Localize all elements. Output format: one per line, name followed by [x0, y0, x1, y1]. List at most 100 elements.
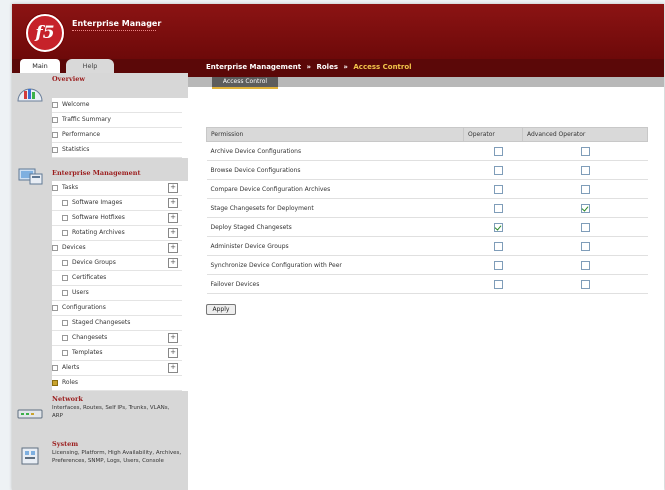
breadcrumb-separator: »	[343, 63, 348, 71]
expand-plus-icon[interactable]: +	[168, 198, 178, 208]
sidebar-item-staged-changesets[interactable]: Staged Changesets	[52, 316, 182, 331]
advanced-operator-checkbox[interactable]	[580, 260, 590, 270]
operator-cell	[463, 141, 523, 161]
operator-checkbox[interactable]	[493, 260, 503, 270]
table-row: Browse Device Configurations	[206, 160, 648, 180]
operator-checkbox[interactable]	[493, 241, 503, 251]
permission-name: Stage Changesets for Deployment	[206, 198, 464, 218]
network-section-description[interactable]: Interfaces, Routes, Self IPs, Trunks, VL…	[52, 404, 182, 420]
sidebar-item-statistics[interactable]: Statistics	[52, 143, 182, 158]
operator-checkbox[interactable]	[493, 165, 503, 175]
column-header-operator: Operator	[463, 127, 523, 142]
sidebar-item-welcome[interactable]: Welcome	[52, 98, 182, 113]
table-row: Compare Device Configuration Archives	[206, 179, 648, 199]
bullet-icon	[52, 364, 58, 371]
bullet-icon	[52, 244, 58, 251]
bullet-icon	[62, 259, 68, 266]
permission-name: Archive Device Configurations	[206, 141, 464, 161]
breadcrumb-roles[interactable]: Roles	[316, 63, 338, 71]
system-section-description[interactable]: Licensing, Platform, High Availability, …	[52, 449, 182, 465]
expand-plus-icon[interactable]: +	[168, 258, 178, 268]
bullet-icon	[62, 214, 68, 221]
expand-plus-icon[interactable]: +	[168, 213, 178, 223]
sidebar-item-device-groups[interactable]: Device Groups +	[52, 256, 182, 271]
expand-plus-icon[interactable]: +	[168, 333, 178, 343]
breadcrumb-separator: »	[306, 63, 312, 71]
table-row: Stage Changesets for Deployment	[206, 198, 648, 218]
advanced-operator-checkbox[interactable]	[580, 241, 590, 251]
bullet-icon	[52, 379, 58, 386]
sidebar-item-configurations[interactable]: Configurations	[52, 301, 182, 316]
table-row: Synchronize Device Configuration with Pe…	[206, 255, 648, 275]
operator-cell	[463, 198, 523, 218]
expand-plus-icon[interactable]: +	[168, 348, 178, 358]
bullet-icon	[62, 289, 68, 296]
tab-main[interactable]: Main	[20, 59, 60, 73]
sidebar-item-rotating-archives[interactable]: Rotating Archives +	[52, 226, 182, 241]
advanced-operator-checkbox[interactable]	[580, 184, 590, 194]
bullet-icon	[62, 334, 68, 341]
sidebar-item-performance[interactable]: Performance	[52, 128, 182, 143]
advanced-operator-cell	[522, 255, 648, 275]
operator-cell	[463, 179, 523, 199]
sidebar-item-alerts[interactable]: Alerts +	[52, 361, 182, 376]
expand-plus-icon[interactable]: +	[168, 363, 178, 373]
table-row: Archive Device Configurations	[206, 141, 648, 161]
expand-plus-icon[interactable]: +	[168, 228, 178, 238]
network-icon	[17, 409, 43, 419]
bullet-icon	[52, 131, 58, 138]
bullet-icon	[52, 146, 58, 153]
permission-name: Administer Device Groups	[206, 236, 464, 256]
operator-checkbox[interactable]	[493, 279, 503, 289]
sidebar-item-users[interactable]: Users	[52, 286, 182, 301]
apply-button[interactable]: Apply	[206, 304, 236, 315]
tab-access-control[interactable]: Access Control	[212, 77, 278, 89]
tab-help[interactable]: Help	[66, 59, 114, 73]
sidebar-item-software-images[interactable]: Software Images +	[52, 196, 182, 211]
column-header-permission: Permission	[206, 127, 464, 142]
operator-cell	[463, 255, 523, 275]
operator-cell	[463, 217, 523, 237]
operator-checkbox[interactable]	[493, 203, 503, 213]
advanced-operator-checkbox[interactable]	[580, 279, 590, 289]
advanced-operator-checkbox[interactable]	[580, 146, 590, 156]
operator-checkbox[interactable]	[493, 222, 503, 232]
overview-section-title[interactable]: Overview	[52, 75, 85, 83]
permission-name: Synchronize Device Configuration with Pe…	[206, 255, 464, 275]
advanced-operator-checkbox[interactable]	[580, 203, 590, 213]
advanced-operator-checkbox[interactable]	[580, 165, 590, 175]
bullet-icon	[52, 184, 58, 191]
bullet-icon	[52, 101, 58, 108]
breadcrumb-enterprise-management[interactable]: Enterprise Management	[206, 63, 301, 71]
enterprise-management-section-title[interactable]: Enterprise Management	[52, 169, 141, 177]
sidebar-item-software-hotfixes[interactable]: Software Hotfixes +	[52, 211, 182, 226]
app-window: f5 Enterprise Manager Main Help Enterpri…	[12, 4, 664, 490]
advanced-operator-cell	[522, 141, 648, 161]
bullet-icon	[52, 116, 58, 123]
enterprise-management-icon	[18, 168, 43, 185]
expand-plus-icon[interactable]: +	[168, 183, 178, 193]
overview-icon	[17, 88, 43, 102]
bullet-icon	[62, 229, 68, 236]
sidebar-item-certificates[interactable]: Certificates	[52, 271, 182, 286]
network-section-title[interactable]: Network	[52, 395, 83, 403]
bullet-icon	[62, 349, 68, 356]
sidebar-item-traffic-summary[interactable]: Traffic Summary	[52, 113, 182, 128]
sidebar-item-devices[interactable]: Devices +	[52, 241, 182, 256]
permission-name: Failover Devices	[206, 274, 464, 294]
permission-name: Browse Device Configurations	[206, 160, 464, 180]
advanced-operator-checkbox[interactable]	[580, 222, 590, 232]
sidebar-item-roles[interactable]: Roles	[52, 376, 182, 391]
operator-checkbox[interactable]	[493, 184, 503, 194]
advanced-operator-cell	[522, 198, 648, 218]
expand-plus-icon[interactable]: +	[168, 243, 178, 253]
system-section-title[interactable]: System	[52, 440, 78, 448]
overview-menu: Welcome Traffic Summary Performance Stat…	[52, 98, 188, 158]
sidebar-item-tasks[interactable]: Tasks +	[52, 181, 182, 196]
permission-name: Deploy Staged Changesets	[206, 217, 464, 237]
sidebar-item-changesets[interactable]: Changesets +	[52, 331, 182, 346]
advanced-operator-cell	[522, 274, 648, 294]
operator-checkbox[interactable]	[493, 146, 503, 156]
sidebar-item-templates[interactable]: Templates +	[52, 346, 182, 361]
system-icon	[21, 447, 39, 465]
